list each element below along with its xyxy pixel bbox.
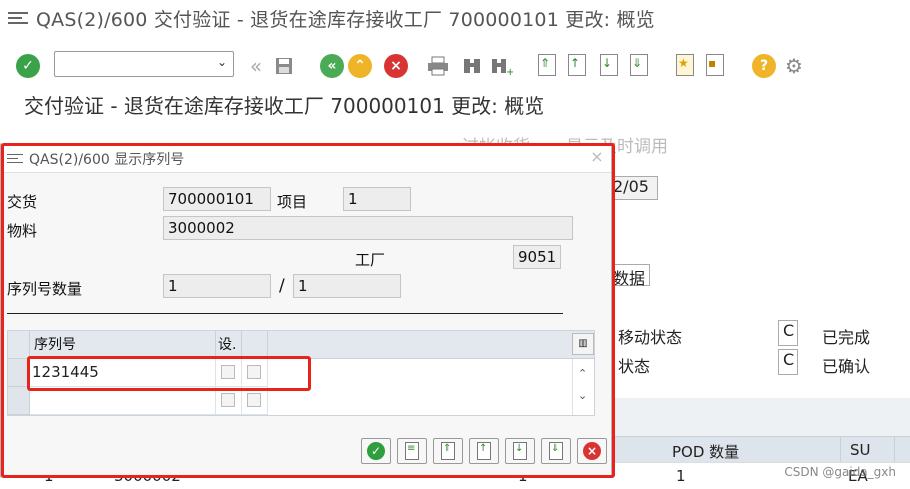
delivery-field: 700000101 (163, 187, 271, 211)
next-page-icon: ↓ (513, 442, 527, 460)
save-icon[interactable] (272, 54, 296, 78)
scroll-down-icon[interactable]: ⌄ (578, 389, 587, 402)
prev-page-button[interactable]: ↑ (469, 438, 499, 464)
next-page-button[interactable]: ↓ (505, 438, 535, 464)
find-icon[interactable] (460, 54, 484, 78)
section-band (610, 398, 910, 436)
col-empty (242, 331, 268, 359)
command-field[interactable]: ⌄ (54, 51, 234, 77)
movement-status-code: C (778, 320, 798, 346)
print-icon[interactable] (426, 54, 450, 78)
prev-page-icon[interactable]: ↑ (568, 54, 586, 76)
serial-cell[interactable] (30, 387, 216, 415)
col-serial-number[interactable]: 序列号 (30, 331, 216, 359)
extra-checkbox[interactable] (247, 365, 261, 379)
row-pod-qty: 1 (676, 467, 686, 485)
first-page-icon: ⇑ (441, 442, 455, 460)
back-green-icon[interactable]: « (320, 54, 344, 78)
last-page-button[interactable]: ⇓ (541, 438, 571, 464)
close-icon[interactable]: × (589, 149, 605, 165)
movement-status-label: 移动状态 (618, 328, 683, 347)
status-code: C (778, 349, 798, 375)
extra-cell (242, 359, 268, 387)
col-su[interactable]: SU (850, 441, 871, 459)
dialog-titlebar: QAS(2)/600 显示序列号 × (1, 145, 611, 173)
status-text: 已确认 (822, 357, 871, 376)
last-page-icon: ⇓ (549, 442, 563, 460)
plant-label: 工厂 (355, 251, 386, 269)
row-selector[interactable] (8, 387, 30, 415)
svg-text:+: + (506, 67, 513, 76)
confirm-button[interactable]: ✓ (361, 438, 391, 464)
exit-icon[interactable]: ⌃ (348, 54, 372, 78)
menu-icon[interactable] (8, 10, 28, 26)
set-cell (216, 387, 242, 415)
col-pod-qty[interactable]: POD 数量 (672, 441, 739, 462)
first-page-button[interactable]: ⇑ (433, 438, 463, 464)
prev-page-icon: ↑ (477, 442, 491, 460)
help-icon[interactable]: ? (752, 54, 776, 78)
table-scrollbar[interactable]: ⌃ ⌄ (572, 359, 594, 415)
item-field: 1 (343, 187, 411, 211)
delivery-label: 交货 (7, 193, 38, 211)
check-icon: ✓ (367, 442, 385, 460)
dialog-title: QAS(2)/600 显示序列号 (29, 151, 185, 168)
row-selector[interactable] (8, 359, 30, 387)
divider (7, 313, 563, 314)
system-toolbar: ✓ ⌄ « « ⌃ × + ⇑ ↑ ↓ ⇓ ★ ▪ ? ⚙ (0, 46, 910, 86)
shortcut-icon[interactable]: ▪ (706, 54, 724, 76)
extra-checkbox[interactable] (247, 393, 261, 407)
status-label: 状态 (618, 357, 651, 376)
serial-number-dialog: QAS(2)/600 显示序列号 × 交货 700000101 项目 1 物料 … (0, 144, 612, 477)
serial-total-field: 1 (293, 274, 401, 298)
serial-count-field: 1 (163, 274, 271, 298)
watermark: CSDN @gaida_gxh (784, 465, 896, 479)
serial-table-header: 序列号 设. ▥ (8, 331, 594, 359)
next-page-icon[interactable]: ↓ (600, 54, 618, 76)
extra-cell (242, 387, 268, 415)
window-title: QAS(2)/600 交付验证 - 退货在途库存接收工厂 700000101 更… (36, 8, 655, 31)
new-session-icon[interactable]: ★ (676, 54, 694, 76)
material-label: 物料 (7, 222, 38, 240)
screen-title: 交付验证 - 退货在途库存接收工厂 700000101 更改: 概览 (24, 94, 545, 118)
movement-status-text: 已完成 (822, 328, 871, 347)
select-page-icon: ≡ (405, 442, 419, 460)
back-icon[interactable]: « (244, 54, 268, 78)
item-label: 项目 (277, 193, 308, 211)
settings-icon[interactable]: ⚙ (782, 54, 806, 78)
tab-data[interactable]: 数据 (608, 264, 650, 288)
find-next-icon[interactable]: + (490, 54, 514, 78)
set-checkbox[interactable] (221, 365, 235, 379)
select-all-cell[interactable] (8, 331, 30, 359)
set-cell (216, 359, 242, 387)
items-table-header: POD 数量 SU (610, 436, 910, 463)
material-field: 3000002 (163, 216, 573, 240)
last-page-icon[interactable]: ⇓ (630, 54, 648, 76)
serial-count-label: 序列号数量 (7, 280, 83, 298)
window-titlebar: QAS(2)/600 交付验证 - 退货在途库存接收工厂 700000101 更… (0, 0, 910, 36)
cancel-button[interactable]: × (577, 438, 607, 464)
scroll-up-icon[interactable]: ⌃ (578, 367, 587, 380)
serial-table: 序列号 设. ▥ 1231445 ⌃ ⌄ (7, 330, 595, 416)
cancel-icon: × (583, 442, 601, 460)
plant-field: 9051 (513, 245, 561, 269)
cancel-icon[interactable]: × (384, 54, 408, 78)
dialog-menu-icon[interactable] (7, 153, 23, 165)
chevron-down-icon[interactable]: ⌄ (217, 55, 227, 69)
serial-cell[interactable]: 1231445 (30, 359, 216, 387)
select-button[interactable]: ≡ (397, 438, 427, 464)
set-checkbox[interactable] (221, 393, 235, 407)
check-icon[interactable]: ✓ (16, 54, 40, 78)
col-set[interactable]: 设. (216, 331, 242, 359)
slash-separator: / (279, 276, 285, 296)
column-settings-icon[interactable]: ▥ (572, 333, 594, 355)
date-field[interactable]: 2/05 (608, 176, 658, 200)
first-page-icon[interactable]: ⇑ (538, 54, 556, 76)
